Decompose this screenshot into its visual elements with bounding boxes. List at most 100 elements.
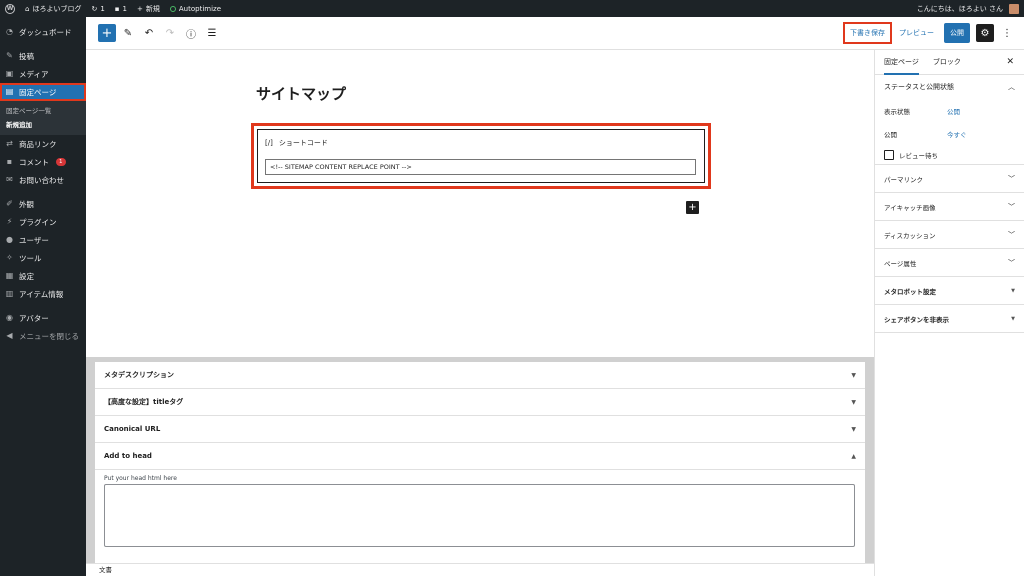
featured-image-panel-toggle[interactable]: アイキャッチ画像 ﹀ [875,193,1024,221]
tab-page[interactable]: 固定ページ [884,50,919,75]
panel-title: ディスカッション [884,231,936,240]
add-block-button[interactable]: + [98,24,116,42]
user-avatar [1009,3,1019,14]
dashboard-icon: ◔ [6,27,13,36]
head-html-hint: Put your head html here [104,475,177,482]
sidebar-item-label: アイテム情報 [19,289,64,299]
admin-sidebar: ◔ ダッシュボード ✎ 投稿 ▣ メディア ▤ 固定ページ 固定ページ一覧 新規… [0,17,86,576]
sidebar-item-avatar[interactable]: ◉ アバター [0,309,86,327]
account-menu[interactable]: こんにちは、ほろよい さん [912,0,1024,17]
sidebar-item-label: ツール [19,253,42,263]
plugin-icon: ⚡ [6,217,13,226]
sidebar-item-settings[interactable]: ▦ 設定 [0,267,86,285]
avatar-icon: ◉ [6,313,13,322]
block-inserter-button[interactable]: + [686,201,699,214]
shortcode-highlight: [/] ショートコード <!-- SITEMAP CONTENT REPLACE… [251,123,711,189]
wordpress-logo-menu[interactable]: W [0,0,20,17]
tools-pencil-button[interactable]: ✎ [119,24,137,42]
preview-button[interactable]: プレビュー [895,25,938,41]
mail-icon: ✉ [6,175,13,184]
panel-title: シェアボタンを非表示 [884,315,949,324]
page-attributes-panel-toggle[interactable]: ページ属性 ﹀ [875,249,1024,277]
pending-review-checkbox[interactable] [884,149,894,160]
redo-button[interactable]: ↷ [161,24,179,42]
comments-badge: 1 [56,158,66,166]
home-icon: ⌂ [25,4,30,13]
meta-row-label: Canonical URL [104,425,161,433]
settings-toggle-button[interactable]: ⚙ [976,24,994,42]
shortcode-label: ショートコード [278,139,328,147]
wordpress-icon: W [5,3,15,14]
canonical-url-toggle[interactable]: Canonical URL ▼ [95,416,865,443]
comments-count: 1 [122,4,128,13]
chevron-up-icon: ︿ [1008,83,1015,91]
updates-link[interactable]: ↻ 1 [86,0,109,17]
list-view-button[interactable]: ☰ [203,24,221,42]
submenu-all-pages[interactable]: 固定ページ一覧 [0,103,86,117]
shortcode-input[interactable]: <!-- SITEMAP CONTENT REPLACE POINT --> [265,159,696,175]
sidebar-item-contact[interactable]: ✉ お問い合わせ [0,171,86,189]
sidebar-item-media[interactable]: ▣ メディア [0,65,86,83]
sidebar-item-appearance[interactable]: ✐ 外観 [0,195,86,213]
panel-title: メタロボット設定 [884,287,936,296]
permalink-panel-toggle[interactable]: パーマリンク ﹀ [875,165,1024,193]
autoptimize-link[interactable]: Autoptimize [165,0,226,17]
panel-title: パーマリンク [884,175,923,184]
media-icon: ▣ [5,69,14,78]
sidebar-item-label: 外観 [19,199,34,209]
new-content-link[interactable]: + 新規 [132,0,165,17]
user-icon: ● [6,235,13,244]
visibility-link[interactable]: 公開 [947,106,960,116]
pin-icon: ✎ [6,51,13,60]
caret-up-icon: ▲ [851,452,856,460]
meta-robots-panel-toggle[interactable]: メタロボット設定 ▼ [875,277,1024,305]
undo-button[interactable]: ↶ [140,24,158,42]
settings-icon: ▦ [5,271,14,280]
meta-description-toggle[interactable]: メタデスクリプション ▼ [95,362,865,389]
hide-share-panel-toggle[interactable]: シェアボタンを非表示 ▼ [875,305,1024,333]
sidebar-item-label: 投稿 [19,51,34,61]
info-icon: ⓘ [186,29,196,41]
title-tag-toggle[interactable]: 【高度な設定】titleタグ ▼ [95,389,865,416]
site-name-label: ほろよいブログ [32,4,82,13]
head-html-textarea[interactable] [104,484,855,547]
save-draft-button[interactable]: 下書き保存 [843,22,892,44]
collapse-menu-button[interactable]: ◀ メニューを閉じる [0,327,86,345]
sidebar-item-item-info[interactable]: ▥ アイテム情報 [0,285,86,303]
details-button[interactable]: ⓘ [182,24,200,42]
sidebar-item-dashboard[interactable]: ◔ ダッシュボード [0,23,86,41]
submenu-add-new[interactable]: 新規追加 [0,117,86,131]
panel-title: ステータスと公開状態 [884,83,954,91]
discussion-panel-toggle[interactable]: ディスカッション ﹀ [875,221,1024,249]
wrench-icon: ✧ [6,253,13,262]
sidebar-item-comments[interactable]: ▪ コメント 1 [0,153,86,171]
meta-boxes-panel: メタデスクリプション ▼ 【高度な設定】titleタグ ▼ Canonical … [95,362,865,563]
meta-row-label: 【高度な設定】titleタグ [104,398,184,406]
sidebar-item-plugins[interactable]: ⚡ プラグイン [0,213,86,231]
settings-sidebar: 固定ページ ブロック ✕ ステータスと公開状態 ︿ 表示状態 公開 公開 今すぐ… [874,50,1024,576]
shortcode-block[interactable]: [/] ショートコード <!-- SITEMAP CONTENT REPLACE… [257,129,705,183]
more-vertical-icon: ⋮ [1002,27,1012,39]
shortcode-block-header: [/] ショートコード [265,138,328,148]
sidebar-item-pages[interactable]: ▤ 固定ページ [0,83,86,101]
add-to-head-toggle[interactable]: Add to head ▲ [95,443,865,470]
comments-link[interactable]: ▪ 1 [110,0,132,17]
sidebar-item-users[interactable]: ● ユーザー [0,231,86,249]
publish-date-link[interactable]: 今すぐ [947,129,967,139]
sidebar-item-label: お問い合わせ [19,175,64,185]
gear-icon: ⚙ [980,27,990,39]
editor-toolbar: + ✎ ↶ ↷ ⓘ ☰ 下書き保存 プレビュー 公開 ⚙ ⋮ [86,17,1024,50]
more-options-button[interactable]: ⋮ [1000,28,1014,39]
sidebar-item-product-links[interactable]: ⇄ 商品リンク [0,135,86,153]
breadcrumb[interactable]: 文書 [99,566,112,574]
field-label: 公開 [884,130,897,139]
status-panel-toggle[interactable]: ステータスと公開状態 ︿ [875,75,1024,99]
site-name-link[interactable]: ⌂ ほろよいブログ [20,0,86,17]
tab-block[interactable]: ブロック [933,50,961,75]
close-settings-button[interactable]: ✕ [1006,57,1014,67]
page-title[interactable]: サイトマップ [256,83,346,104]
sidebar-item-tools[interactable]: ✧ ツール [0,249,86,267]
publish-button[interactable]: 公開 [944,23,970,43]
sidebar-item-label: ユーザー [19,235,49,245]
sidebar-item-posts[interactable]: ✎ 投稿 [0,47,86,65]
